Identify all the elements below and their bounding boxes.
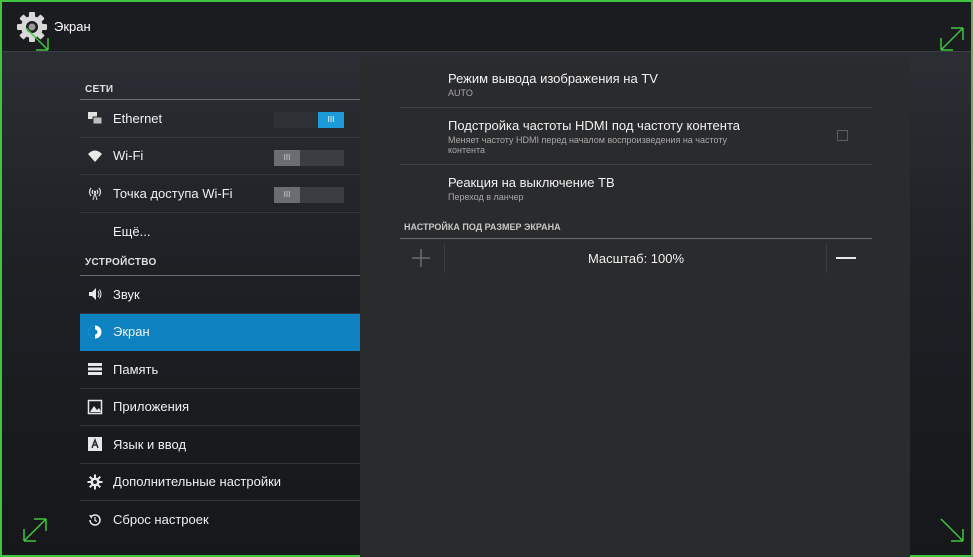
- pref-hdmi-refresh[interactable]: Подстройка частоты HDMI под частоту конт…: [400, 108, 872, 165]
- corner-arrow-bottom-left-icon: [20, 515, 50, 545]
- pref-summary: AUTO: [448, 88, 473, 98]
- pref-title: Реакция на выключение ТВ: [448, 175, 615, 190]
- storage-icon: [85, 359, 105, 379]
- wifi-toggle[interactable]: III: [274, 149, 344, 166]
- pref-title: Режим вывода изображения на TV: [448, 71, 658, 86]
- ethernet-toggle[interactable]: III: [274, 112, 344, 128]
- section-header-networks: СЕТИ: [80, 76, 360, 100]
- section-header-device: УСТРОЙСТВО: [80, 250, 360, 276]
- sidebar-item-ethernet[interactable]: Ethernet III: [80, 100, 360, 138]
- divider: [400, 238, 872, 239]
- divider: [826, 243, 827, 273]
- language-icon: [85, 434, 105, 454]
- scale-control: Масштаб: 100%: [400, 243, 872, 273]
- zoom-out-minus-icon[interactable]: [836, 257, 856, 259]
- scale-value-label: Масштаб: 100%: [587, 251, 685, 266]
- sidebar-item-hotspot[interactable]: Точка доступа Wi-Fi III: [80, 175, 360, 213]
- corner-arrow-top-left-icon: [22, 24, 52, 54]
- sidebar-item-label: Приложения: [113, 399, 190, 415]
- corner-arrow-bottom-right-icon: [937, 515, 967, 545]
- sidebar-item-language[interactable]: Язык и ввод: [80, 426, 360, 464]
- sidebar-item-apps[interactable]: Приложения: [80, 389, 360, 426]
- sidebar-item-label: Память: [113, 361, 159, 377]
- corner-arrow-top-right-icon: [937, 24, 967, 54]
- sidebar-item-display[interactable]: Экран: [80, 313, 360, 351]
- sidebar-item-label: Ещё...: [113, 223, 151, 239]
- title-bar: Экран: [2, 2, 971, 52]
- sidebar-item-advanced[interactable]: Дополнительные настройки: [80, 464, 360, 501]
- pref-tv-output-mode[interactable]: Режим вывода изображения на TV AUTO: [400, 57, 872, 108]
- page-title: Экран: [54, 19, 91, 34]
- toggle-knob: III: [274, 149, 300, 166]
- sidebar-item-label: Точка доступа Wi-Fi: [113, 185, 233, 201]
- hotspot-toggle[interactable]: III: [274, 187, 344, 203]
- sidebar-item-wifi[interactable]: Wi-Fi III: [80, 138, 360, 175]
- pref-title: Подстройка частоты HDMI под частоту конт…: [448, 118, 741, 133]
- sound-icon: [85, 284, 105, 304]
- toggle-knob: III: [274, 187, 300, 203]
- toggle-knob: III: [318, 112, 344, 128]
- pref-tv-off-action[interactable]: Реакция на выключение ТВ Переход в ланче…: [400, 165, 872, 215]
- sidebar-item-storage[interactable]: Память: [80, 351, 360, 389]
- display-icon: [85, 322, 105, 342]
- section-header-screen-size: НАСТРОЙКА ПОД РАЗМЕР ЭКРАНА: [404, 222, 561, 232]
- sidebar-item-label: Wi-Fi: [113, 148, 144, 164]
- sidebar-item-label: Язык и ввод: [113, 436, 187, 452]
- settings-detail-panel: Режим вывода изображения на TV AUTO Подс…: [360, 57, 910, 557]
- reset-icon: [85, 510, 105, 530]
- sidebar-item-sound[interactable]: Звук: [80, 276, 360, 314]
- hotspot-icon: [85, 183, 105, 203]
- pref-summary: Переход в ланчер: [448, 192, 524, 202]
- pref-summary: Меняет частоту HDMI перед началом воспро…: [448, 135, 728, 145]
- sidebar-item-label: Сброс настроек: [113, 512, 209, 528]
- pref-summary-line2: контента: [448, 145, 486, 155]
- ethernet-icon: [85, 108, 105, 128]
- sidebar-item-more[interactable]: Ещё...: [80, 213, 360, 251]
- hdmi-refresh-checkbox[interactable]: [837, 130, 848, 141]
- wifi-icon: [85, 146, 105, 166]
- gear-icon: [85, 472, 105, 492]
- sidebar-item-label: Звук: [113, 286, 140, 302]
- apps-icon: [85, 397, 105, 417]
- sidebar-item-label: Дополнительные настройки: [113, 474, 282, 490]
- sidebar-item-label: Ethernet: [113, 110, 163, 126]
- sidebar-item-reset[interactable]: Сброс настроек: [80, 501, 360, 539]
- sidebar-item-label: Экран: [113, 324, 150, 340]
- settings-sidebar: СЕТИ Ethernet III Wi-Fi III Точка доступ…: [80, 76, 360, 539]
